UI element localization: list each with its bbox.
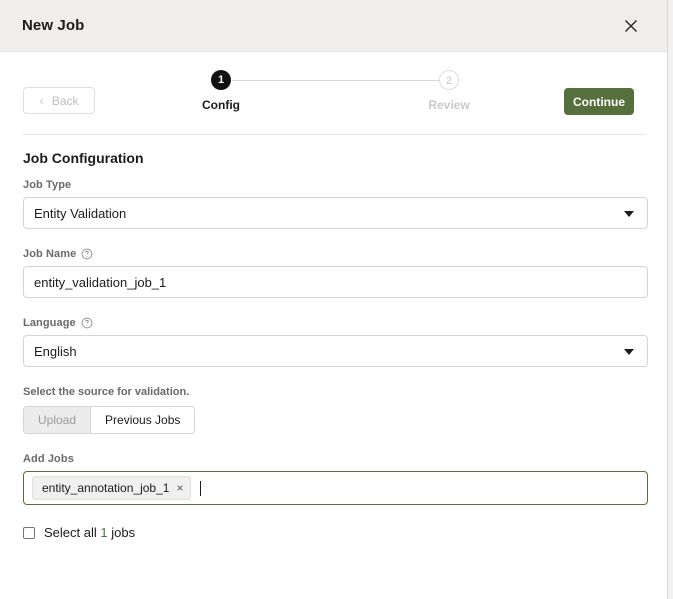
help-circle-icon[interactable] [81, 248, 93, 260]
language-label-row: Language [23, 317, 648, 329]
language-field: Language English [23, 317, 648, 367]
language-value: English [34, 343, 77, 359]
job-type-label-row: Job Type [23, 179, 648, 191]
language-select[interactable]: English [23, 335, 648, 367]
step-config[interactable]: 1 Config [179, 70, 263, 112]
job-type-select[interactable]: Entity Validation [23, 197, 648, 229]
job-type-value: Entity Validation [34, 205, 127, 221]
select-all-label: Select all 1 jobs [44, 525, 135, 540]
job-chip-label: entity_annotation_job_1 [42, 481, 170, 495]
job-name-label: Job Name [23, 248, 77, 260]
step-review-label: Review [428, 98, 470, 112]
new-job-modal: New Job ‹ Back 1 Config 2 Review Continu… [0, 0, 668, 599]
step-review-number: 2 [439, 70, 459, 90]
add-jobs-label: Add Jobs [23, 453, 74, 465]
step-review[interactable]: 2 Review [407, 70, 491, 112]
chevron-down-icon [624, 211, 634, 217]
source-selector: Select the source for validation. Upload… [23, 386, 648, 434]
help-circle-icon[interactable] [81, 317, 93, 329]
add-jobs-field: Add Jobs entity_annotation_job_1 × [23, 453, 648, 505]
job-name-value: entity_validation_job_1 [34, 274, 167, 290]
back-button-label: Back [51, 93, 79, 108]
job-configuration-form: Job Configuration Job Type Entity Valida… [23, 150, 648, 540]
job-name-input[interactable]: entity_validation_job_1 [23, 266, 648, 298]
language-label: Language [23, 317, 76, 329]
select-all-checkbox[interactable] [23, 526, 35, 539]
add-jobs-label-row: Add Jobs [23, 453, 648, 465]
header-divider [23, 134, 646, 135]
job-name-label-row: Job Name [23, 248, 648, 260]
job-type-label: Job Type [23, 179, 72, 191]
page-title: New Job [22, 17, 85, 34]
source-option-previous-jobs[interactable]: Previous Jobs [91, 407, 195, 433]
select-all-row[interactable]: Select all 1 jobs [23, 525, 648, 540]
text-cursor [200, 480, 202, 496]
continue-button[interactable]: Continue [564, 88, 634, 115]
step-indicator: 1 Config 2 Review [202, 70, 470, 128]
close-icon[interactable] [619, 14, 643, 38]
add-jobs-input[interactable]: entity_annotation_job_1 × [23, 471, 648, 505]
job-chip[interactable]: entity_annotation_job_1 × [32, 476, 192, 500]
select-all-suffix: jobs [107, 525, 136, 540]
step-config-label: Config [202, 98, 240, 112]
select-all-count: 1 [100, 525, 108, 540]
source-hint: Select the source for validation. [23, 386, 190, 398]
chevron-down-icon [624, 349, 634, 355]
chevron-left-icon: ‹ [39, 92, 44, 108]
chip-remove-icon[interactable]: × [176, 482, 183, 494]
modal-header: New Job [0, 0, 667, 52]
section-title: Job Configuration [23, 150, 144, 166]
source-segmented-control: Upload Previous Jobs [23, 406, 196, 434]
select-all-prefix: Select all [44, 525, 101, 540]
job-type-field: Job Type Entity Validation [23, 179, 648, 229]
job-name-field: Job Name entity_validation_job_1 [23, 248, 648, 298]
back-button[interactable]: ‹ Back [23, 87, 95, 114]
step-config-number: 1 [211, 70, 231, 90]
source-option-upload[interactable]: Upload [24, 407, 92, 433]
